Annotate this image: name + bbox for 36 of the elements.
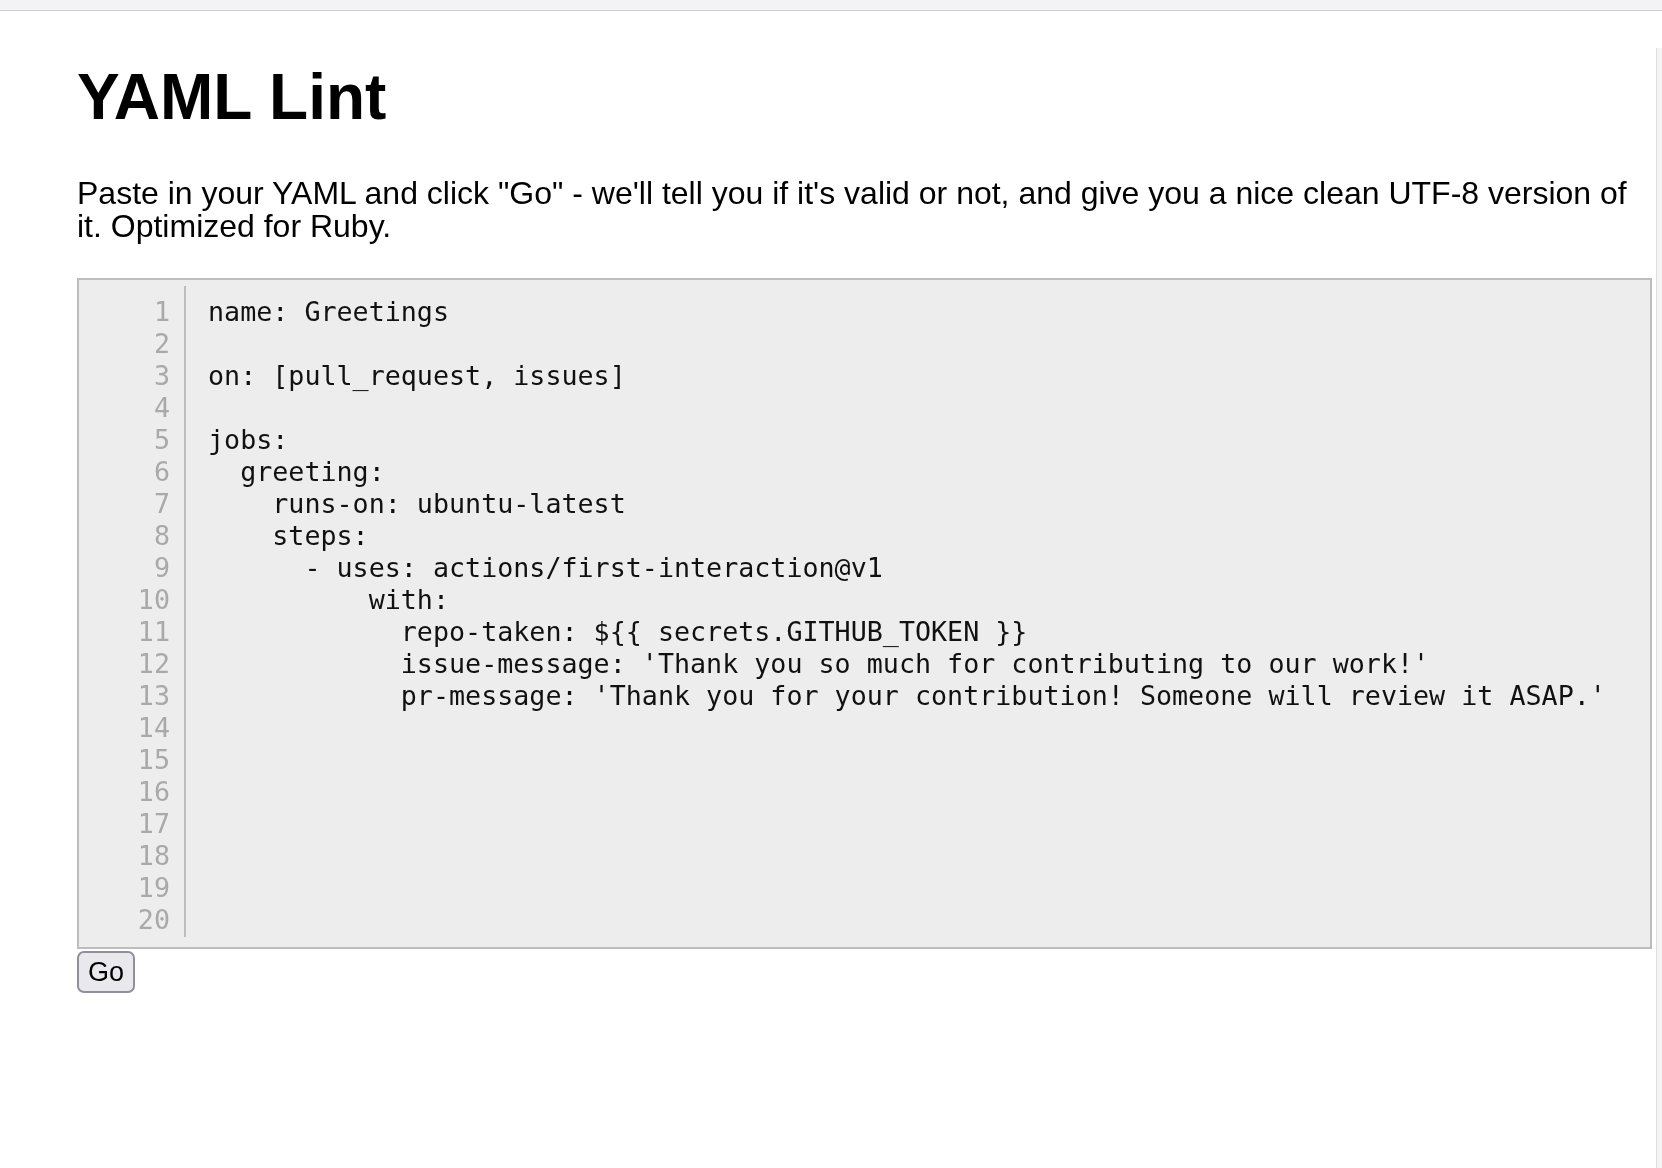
line-number: 17 xyxy=(136,808,171,840)
go-button[interactable]: Go xyxy=(77,951,136,993)
line-number: 6 xyxy=(152,456,171,488)
code-line: pr-message: 'Thank you for your contribution! Someone will review it ASAP.' xyxy=(399,680,1606,712)
line-number: 10 xyxy=(136,584,171,616)
code-line: greeting: xyxy=(239,456,385,488)
code-line: repo-taken: ${{ secrets.GITHUB_TOKEN }} xyxy=(399,616,1028,648)
line-number: 13 xyxy=(136,680,171,712)
line-number: 12 xyxy=(136,648,171,680)
line-number: 18 xyxy=(136,840,171,872)
line-number: 3 xyxy=(152,360,171,392)
line-number: 11 xyxy=(136,616,171,648)
code-line: issue-message: 'Thank you so much for contributing to our work!' xyxy=(399,648,1430,680)
line-number: 1 xyxy=(152,296,171,328)
code-line: name: Greetings xyxy=(208,296,449,328)
intro-text: Paste in your YAML and click "Go" - we'll tell you if it's valid or not, and give you a nice clean UTF-8 version of it. Optimized for Ruby. xyxy=(77,177,1628,243)
scrollbar-track[interactable] xyxy=(1656,48,1662,1168)
line-number: 7 xyxy=(152,488,171,520)
code-line: jobs: xyxy=(208,424,289,456)
code-line: - uses: actions/first-interaction@v1 xyxy=(303,552,883,584)
line-number: 20 xyxy=(136,904,171,936)
code-line: steps: xyxy=(271,520,369,552)
line-number: 8 xyxy=(152,520,171,552)
line-number: 4 xyxy=(152,392,171,424)
line-number: 9 xyxy=(152,552,171,584)
code-line: with: xyxy=(367,584,449,616)
line-number: 5 xyxy=(152,424,171,456)
code-line: on: [pull_request, issues] xyxy=(208,360,626,392)
page-title: YAML Lint xyxy=(77,65,388,129)
line-number: 15 xyxy=(136,744,171,776)
line-number: 19 xyxy=(136,872,171,904)
line-number: 14 xyxy=(136,712,171,744)
line-number: 16 xyxy=(136,776,171,808)
code-line: runs-on: ubuntu-latest xyxy=(271,488,626,520)
code-editor[interactable] xyxy=(77,278,1652,949)
line-number: 2 xyxy=(152,328,171,360)
